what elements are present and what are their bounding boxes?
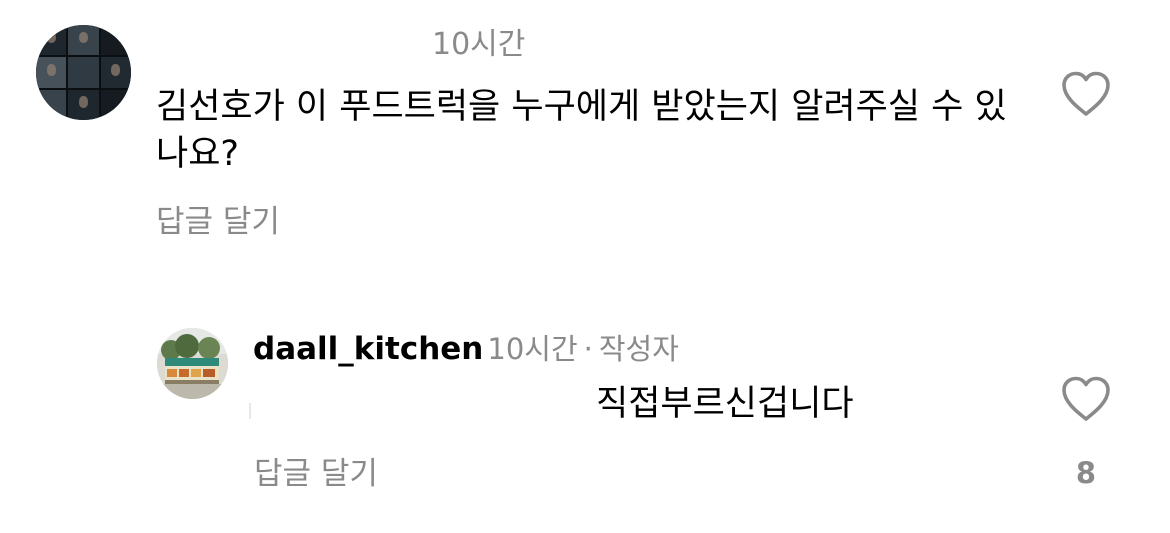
meta-separator: · [583,332,593,366]
comment-timestamp: 10시간 [432,27,526,62]
reply-button[interactable]: 답글 달기 [156,202,280,242]
reply-author-avatar[interactable] [157,328,228,399]
comment-text: 김선호가 이 푸드트럭을 누구에게 받았는지 알려주실 수 있나요? [156,87,1007,174]
reply-text: 직접부르신겁니다 [596,384,854,424]
like-button[interactable] [1060,70,1112,118]
food-truck-photo [157,328,228,399]
reply-button[interactable]: 답글 달기 [254,454,378,494]
divider [249,403,251,419]
like-button[interactable] [1060,375,1112,423]
author-badge: 작성자 [598,332,679,366]
like-count[interactable]: 8 [1072,453,1100,493]
commenter-avatar[interactable] [36,25,131,120]
reply-timestamp: 10시간 [487,332,578,366]
heart-outline-icon [1062,71,1110,116]
avatar-photo-collage [36,25,131,120]
reply-meta: daall_kitchen 10시간 · 작성자 [253,327,679,376]
heart-outline-icon [1062,376,1110,421]
reply-username[interactable]: daall_kitchen [253,331,483,367]
